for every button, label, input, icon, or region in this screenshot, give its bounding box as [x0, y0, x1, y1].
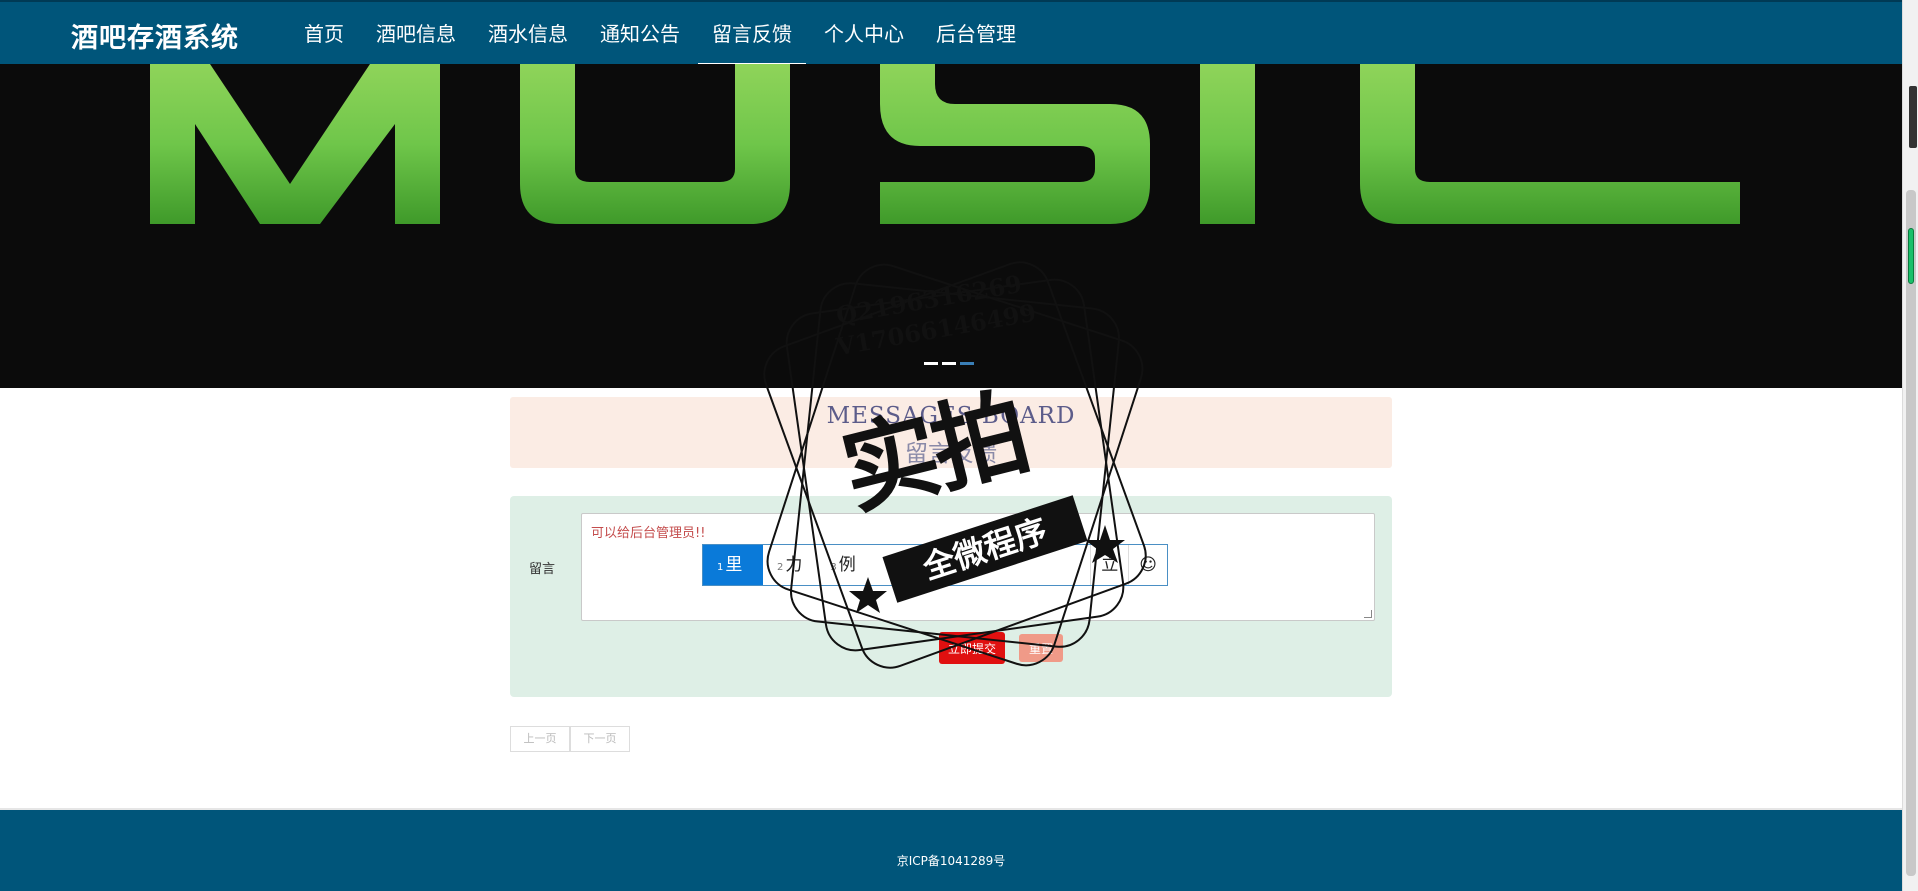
message-label: 留言	[529, 562, 556, 577]
ime-candidate-2[interactable]: 2力	[763, 545, 816, 585]
carousel-dot[interactable]	[924, 362, 938, 365]
ime-candidate-bar: 1里 2力 3例 立 ☺	[702, 544, 1168, 586]
banner-carousel[interactable]	[0, 64, 1902, 388]
banner-image	[0, 64, 1902, 388]
nav-item-feedback[interactable]: 留言反馈	[698, 2, 806, 66]
top-navbar: 酒吧存酒系统 首页 酒吧信息 酒水信息 通知公告 留言反馈 个人中心 后台管理	[0, 0, 1902, 66]
carousel-dot[interactable]	[942, 362, 956, 365]
scroll-thumb[interactable]	[1906, 190, 1916, 876]
nav-item-drink-info[interactable]: 酒水信息	[474, 2, 582, 66]
resize-grip-icon[interactable]	[1364, 610, 1372, 618]
nav-item-profile[interactable]: 个人中心	[810, 2, 918, 66]
ime-candidate-tail[interactable]: 立	[1090, 545, 1128, 585]
message-text: 可以给后台管理员!!	[591, 526, 706, 541]
nav-item-notice[interactable]: 通知公告	[586, 2, 694, 66]
submit-button[interactable]: 立即提交	[939, 632, 1005, 664]
carousel-dots	[924, 362, 974, 365]
section-title-cn: 留言反馈	[905, 441, 997, 467]
scroll-marker	[1908, 228, 1914, 284]
ime-candidate-3[interactable]: 3例	[816, 545, 869, 585]
footer-icp: 京ICP备1041289号	[896, 854, 1006, 868]
reset-button[interactable]: 重置	[1019, 634, 1063, 662]
ime-emoji-icon[interactable]: ☺	[1128, 545, 1167, 585]
site-logo[interactable]: 酒吧存酒系统	[71, 16, 239, 55]
page-scrollbar[interactable]	[1902, 0, 1918, 891]
scroll-top-handle[interactable]	[1909, 86, 1917, 148]
prev-page-button[interactable]: 上一页	[510, 726, 570, 752]
nav-item-bar-info[interactable]: 酒吧信息	[362, 2, 470, 66]
footer: 京ICP备1041289号	[0, 808, 1902, 891]
pagination: 上一页 下一页	[510, 726, 630, 752]
next-page-button[interactable]: 下一页	[570, 726, 630, 752]
ime-candidate-1[interactable]: 1里	[703, 545, 763, 585]
feedback-form: 留言 可以给后台管理员!!	[510, 496, 1392, 697]
nav-item-home[interactable]: 首页	[290, 2, 358, 66]
carousel-dot-active[interactable]	[960, 362, 974, 365]
main-nav: 首页 酒吧信息 酒水信息 通知公告 留言反馈 个人中心 后台管理	[290, 2, 1034, 66]
section-title-block: MESSAGES BOARD 留言反馈	[510, 397, 1392, 468]
section-title-en: MESSAGES BOARD	[826, 403, 1076, 429]
nav-item-admin[interactable]: 后台管理	[922, 2, 1030, 66]
